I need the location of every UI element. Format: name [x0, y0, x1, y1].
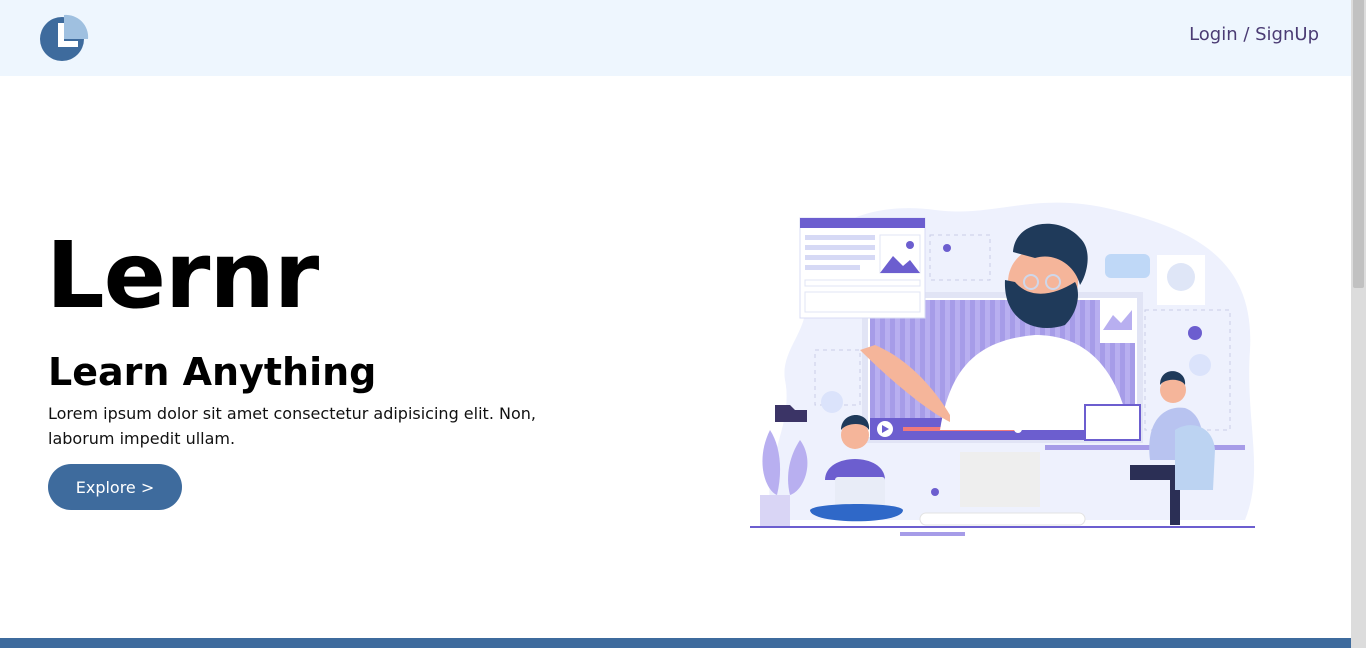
lernr-logo[interactable] — [38, 11, 90, 63]
hero-description: Lorem ipsum dolor sit amet consectetur a… — [48, 404, 536, 448]
login-signup-link[interactable]: Login / SignUp — [1189, 24, 1319, 45]
explore-button[interactable]: Explore > — [48, 464, 182, 510]
footer-bar — [0, 638, 1351, 648]
navbar: Login / SignUp — [0, 0, 1351, 76]
page: Login / SignUp Lernr Learn Anything Lore… — [0, 0, 1351, 648]
hero-title: Lernr — [46, 222, 319, 329]
hero-subtitle: Learn Anything — [48, 350, 377, 394]
online-learning-illustration — [750, 202, 1255, 536]
scrollbar-thumb[interactable] — [1353, 0, 1364, 288]
scrollbar[interactable] — [1351, 0, 1366, 648]
